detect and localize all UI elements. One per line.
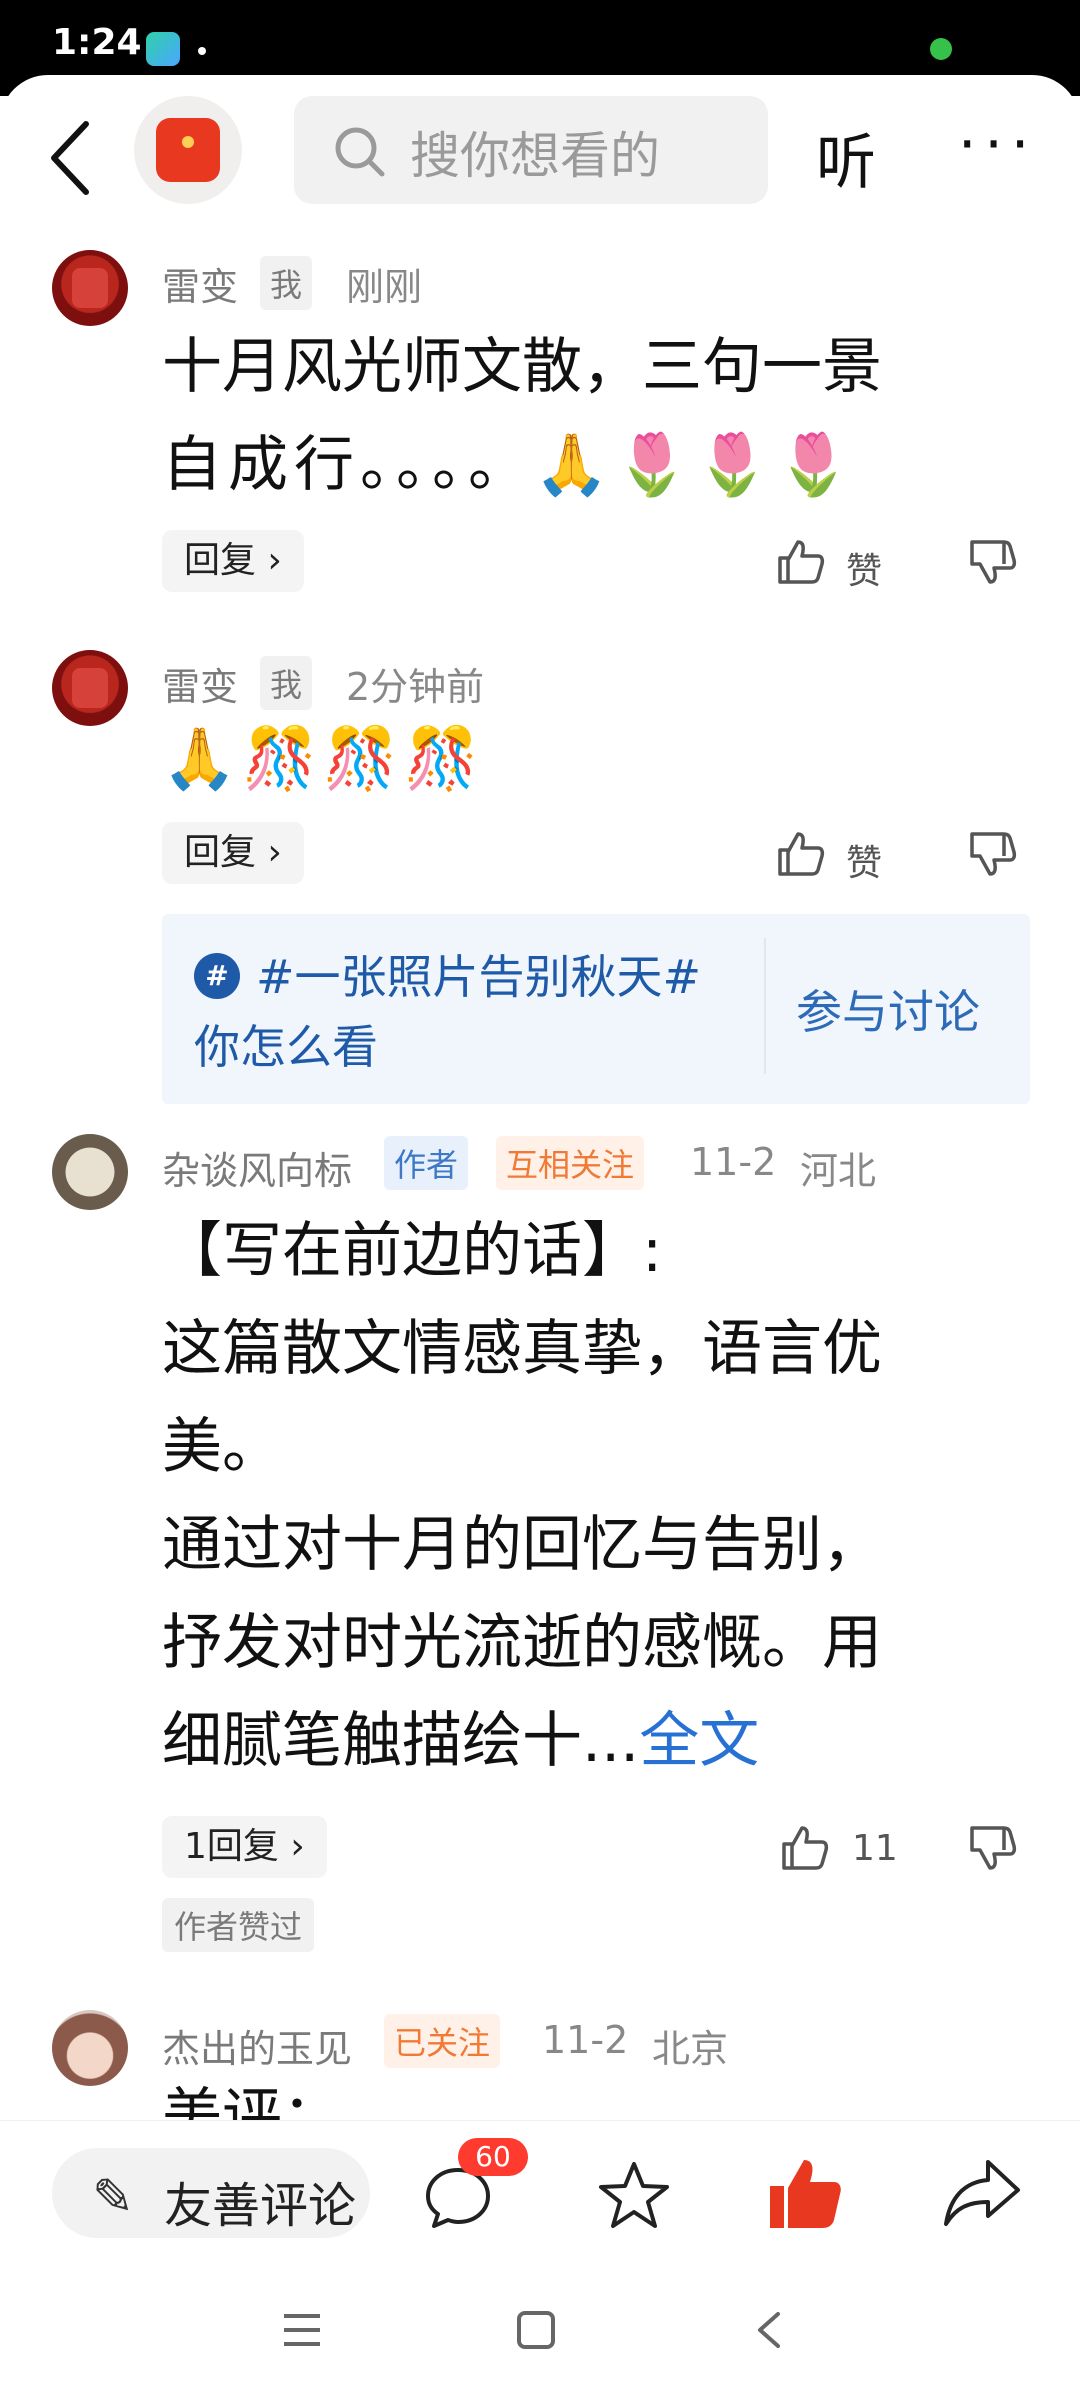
comment-text-line: 美。: [162, 1412, 282, 1482]
comment-username[interactable]: 雷变: [162, 256, 238, 311]
comment-text-line: 美评：: [162, 2082, 342, 2120]
comment-username[interactable]: 杂谈风向标: [162, 1140, 352, 1195]
reply-button[interactable]: 回复 ›: [162, 530, 304, 592]
like-label[interactable]: 赞: [846, 542, 882, 594]
share-arrow-icon[interactable]: [940, 2154, 1024, 2234]
thumbs-down-icon[interactable]: [966, 536, 1018, 588]
comment-text-line: 抒发对时光流逝的感慨。用: [162, 1608, 882, 1678]
comment-username[interactable]: 杰出的玉见: [162, 2018, 352, 2073]
pen-icon: ✎: [92, 2168, 134, 2226]
status-time: 1:24: [52, 22, 142, 63]
reply-count-button[interactable]: 1回复 ›: [162, 1816, 327, 1878]
author-liked-badge: 作者赞过: [162, 1898, 315, 1952]
comment-time: 2分钟前: [346, 665, 485, 709]
red-packet-icon: [156, 118, 220, 182]
notification-dot-icon: [198, 47, 206, 55]
author-tag: 作者: [384, 1136, 469, 1190]
recent-apps-icon[interactable]: [282, 2312, 322, 2348]
divider: [764, 938, 766, 1074]
comment-text-line: 【写在前边的话】:: [162, 1216, 663, 1286]
avatar[interactable]: [52, 250, 128, 326]
comment-time: 11-2: [690, 1140, 777, 1184]
comment-text-line: 通过对十月的回忆与告别，: [162, 1510, 882, 1580]
comment-text-line: 这篇散文情感真挚，语言优: [162, 1314, 882, 1384]
camera-indicator-icon: [930, 38, 952, 60]
topic-subtitle: 你怎么看: [194, 1020, 378, 1074]
thumbs-down-icon[interactable]: [966, 828, 1018, 880]
comment-placeholder[interactable]: 友善评论: [164, 2166, 356, 2236]
topic-text[interactable]: #一张照片告别秋天# 你怎么看: [194, 942, 754, 1082]
comment-text-last-line: 细腻笔触描绘十...全文: [162, 1692, 759, 1790]
listen-button[interactable]: 听: [816, 114, 876, 201]
avatar[interactable]: [52, 2010, 128, 2086]
comment-username[interactable]: 雷变: [162, 656, 238, 711]
thumbs-up-icon[interactable]: [774, 536, 826, 588]
join-discussion-button[interactable]: 参与讨论: [796, 976, 980, 1042]
app-notification-icon: [146, 32, 180, 66]
star-icon[interactable]: [594, 2156, 674, 2236]
follow-status-tag: 互相关注: [496, 1136, 645, 1190]
thumbs-up-icon[interactable]: [774, 828, 826, 880]
comment-text-line: 十月风光师文散，三句一景: [162, 332, 882, 402]
search-icon: [335, 127, 385, 177]
self-tag: 我: [260, 256, 313, 310]
home-icon[interactable]: [516, 2310, 556, 2350]
liked-thumbs-up-icon[interactable]: [762, 2152, 846, 2236]
comment-time: 11-2: [542, 2018, 629, 2062]
comment-text-line: 🙏🎊🎊🎊: [162, 724, 485, 794]
back-arrow-icon[interactable]: [46, 118, 96, 198]
thumbs-up-icon[interactable]: [778, 1822, 830, 1874]
more-options-button[interactable]: ···: [958, 110, 1037, 178]
topic-title: #一张照片告别秋天#: [256, 950, 702, 1004]
like-label[interactable]: 赞: [846, 834, 882, 886]
comment-time: 刚刚: [346, 265, 423, 309]
comment-text-line: 自成行。。。。🙏🌷🌷🌷: [162, 430, 857, 500]
search-placeholder[interactable]: 搜你想看的: [410, 116, 660, 188]
avatar[interactable]: [52, 1134, 128, 1210]
comment-location: 河北: [800, 1149, 877, 1193]
reply-button[interactable]: 回复 ›: [162, 822, 304, 884]
follow-status-tag: 已关注: [384, 2014, 501, 2068]
like-count[interactable]: 11: [852, 1828, 898, 1869]
thumbs-down-icon[interactable]: [966, 1822, 1018, 1874]
comment-location: 北京: [652, 2027, 729, 2071]
avatar[interactable]: [52, 650, 128, 726]
self-tag: 我: [260, 656, 313, 710]
comment-text-line: 细腻笔触描绘十...: [162, 1706, 640, 1776]
full-text-link[interactable]: 全文: [639, 1706, 759, 1776]
comment-count-badge: 60: [458, 2138, 528, 2176]
back-nav-icon[interactable]: [754, 2310, 784, 2350]
